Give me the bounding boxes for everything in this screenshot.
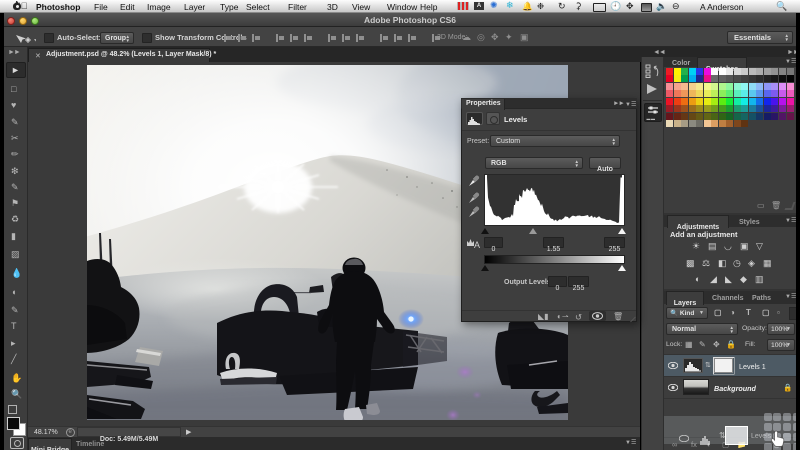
svg-text:A: A	[474, 240, 480, 250]
